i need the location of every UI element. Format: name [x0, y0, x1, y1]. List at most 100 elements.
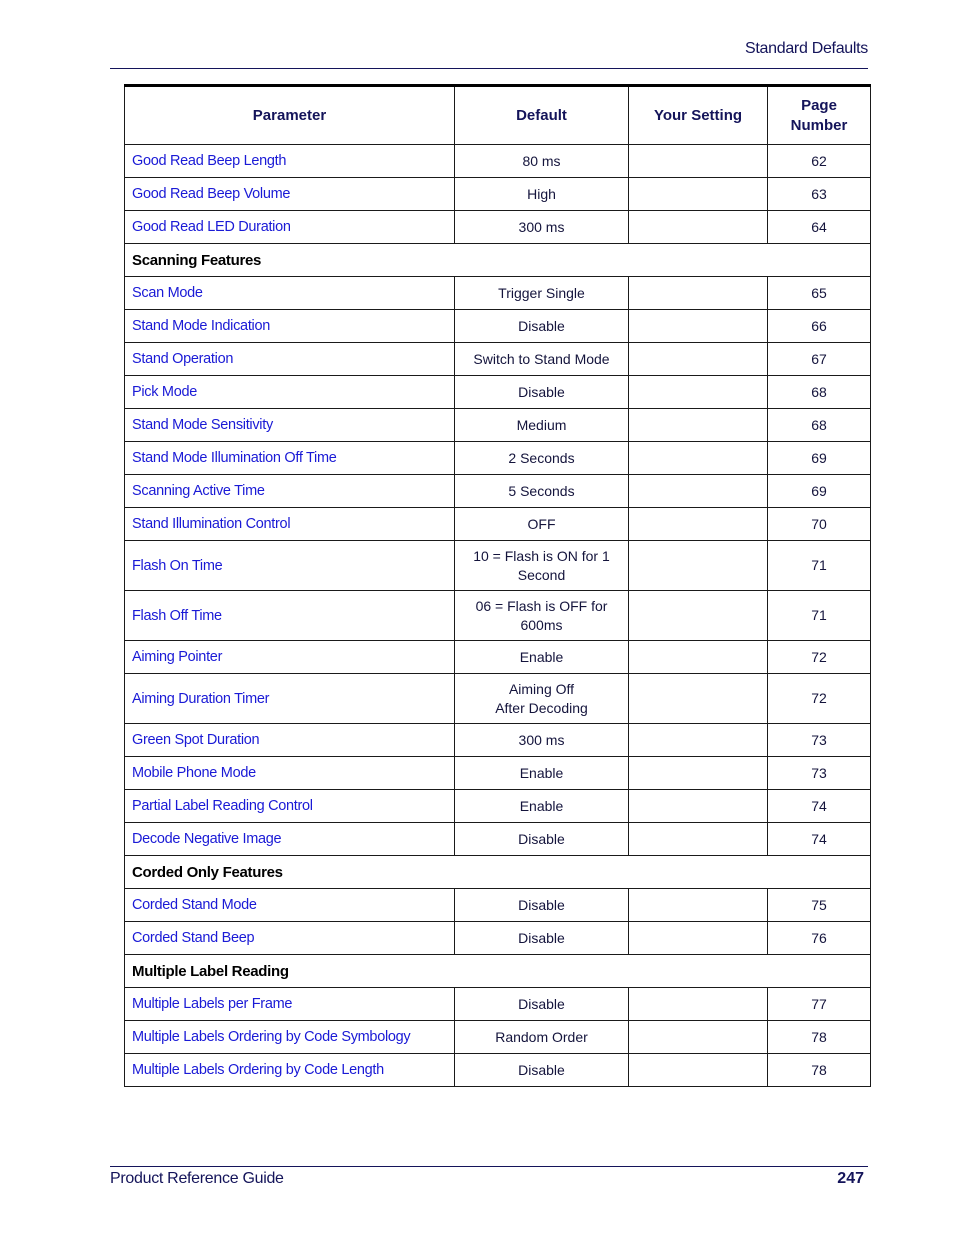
your-setting-cell[interactable] — [628, 590, 768, 641]
parameter-link[interactable]: Partial Label Reading Control — [124, 789, 455, 823]
table-row: Pick Mode Disable 68 — [124, 375, 871, 409]
header-divider — [110, 68, 868, 69]
your-setting-cell[interactable] — [628, 673, 768, 724]
your-setting-cell[interactable] — [628, 540, 768, 591]
section-header-row: Scanning Features — [124, 243, 871, 277]
default-value: 06 = Flash is OFF for 600ms — [454, 590, 629, 641]
table-row: Flash Off Time 06 = Flash is OFF for 600m… — [124, 590, 871, 641]
your-setting-cell[interactable] — [628, 507, 768, 541]
table-row: Good Read Beep Length 80 ms 62 — [124, 144, 871, 178]
page-number: 74 — [767, 789, 871, 823]
page-number: 73 — [767, 756, 871, 790]
your-setting-cell[interactable] — [628, 177, 768, 211]
table-row: Multiple Labels per Frame Disable 77 — [124, 987, 871, 1021]
parameter-link[interactable]: Corded Stand Beep — [124, 921, 455, 955]
parameter-link[interactable]: Corded Stand Mode — [124, 888, 455, 922]
parameter-link[interactable]: Scan Mode — [124, 276, 455, 310]
your-setting-cell[interactable] — [628, 210, 768, 244]
parameter-link[interactable]: Multiple Labels per Frame — [124, 987, 455, 1021]
your-setting-cell[interactable] — [628, 921, 768, 955]
table-row: Scan Mode Trigger Single 65 — [124, 276, 871, 310]
column-header-page-number-label: Page Number — [790, 96, 848, 134]
your-setting-cell[interactable] — [628, 375, 768, 409]
parameter-link[interactable]: Scanning Active Time — [124, 474, 455, 508]
page-number: 78 — [767, 1020, 871, 1054]
your-setting-cell[interactable] — [628, 822, 768, 856]
default-value: Disable — [454, 921, 629, 955]
parameter-link[interactable]: Stand Operation — [124, 342, 455, 376]
parameter-link[interactable]: Good Read Beep Length — [124, 144, 455, 178]
page-number: 71 — [767, 540, 871, 591]
parameter-link[interactable]: Stand Mode Illumination Off Time — [124, 441, 455, 475]
your-setting-cell[interactable] — [628, 888, 768, 922]
page-number: 65 — [767, 276, 871, 310]
page-number: 68 — [767, 408, 871, 442]
table-row: Stand Illumination Control OFF 70 — [124, 507, 871, 541]
your-setting-cell[interactable] — [628, 309, 768, 343]
your-setting-cell[interactable] — [628, 640, 768, 674]
page-number: 64 — [767, 210, 871, 244]
your-setting-cell[interactable] — [628, 789, 768, 823]
default-value: Random Order — [454, 1020, 629, 1054]
default-value: 80 ms — [454, 144, 629, 178]
page-number: 70 — [767, 507, 871, 541]
your-setting-cell[interactable] — [628, 408, 768, 442]
footer-divider — [110, 1166, 868, 1167]
section-title: Multiple Label Reading — [124, 954, 871, 988]
table-row: Corded Stand Beep Disable 76 — [124, 921, 871, 955]
parameter-link[interactable]: Stand Mode Indication — [124, 309, 455, 343]
default-value: Disable — [454, 888, 629, 922]
your-setting-cell[interactable] — [628, 441, 768, 475]
parameter-link[interactable]: Stand Mode Sensitivity — [124, 408, 455, 442]
default-value: Aiming Off After Decoding — [454, 673, 629, 724]
table-row: Scanning Active Time 5 Seconds 69 — [124, 474, 871, 508]
parameter-link[interactable]: Flash Off Time — [124, 590, 455, 641]
table-header-row: Parameter Default Your Setting Page Numb… — [124, 85, 871, 145]
table-row: Good Read Beep Volume High 63 — [124, 177, 871, 211]
your-setting-cell[interactable] — [628, 276, 768, 310]
page-number: 72 — [767, 640, 871, 674]
page-number: 74 — [767, 822, 871, 856]
page-number: 76 — [767, 921, 871, 955]
default-value: 5 Seconds — [454, 474, 629, 508]
table-row: Stand Operation Switch to Stand Mode 67 — [124, 342, 871, 376]
parameter-link[interactable]: Pick Mode — [124, 375, 455, 409]
parameter-link[interactable]: Aiming Pointer — [124, 640, 455, 674]
table-row: Corded Stand Mode Disable 75 — [124, 888, 871, 922]
table-row: Aiming Pointer Enable 72 — [124, 640, 871, 674]
default-value: Enable — [454, 789, 629, 823]
parameter-link[interactable]: Flash On Time — [124, 540, 455, 591]
parameter-link[interactable]: Aiming Duration Timer — [124, 673, 455, 724]
table-row: Decode Negative Image Disable 74 — [124, 822, 871, 856]
your-setting-cell[interactable] — [628, 144, 768, 178]
default-value: Disable — [454, 822, 629, 856]
default-value: High — [454, 177, 629, 211]
your-setting-cell[interactable] — [628, 474, 768, 508]
page-number: 68 — [767, 375, 871, 409]
page-number: 73 — [767, 723, 871, 757]
page-number: 62 — [767, 144, 871, 178]
parameter-link[interactable]: Decode Negative Image — [124, 822, 455, 856]
your-setting-cell[interactable] — [628, 723, 768, 757]
parameter-link[interactable]: Multiple Labels Ordering by Code Symbolo… — [124, 1020, 455, 1054]
parameter-link[interactable]: Good Read Beep Volume — [124, 177, 455, 211]
parameter-link[interactable]: Stand Illumination Control — [124, 507, 455, 541]
section-header-row: Multiple Label Reading — [124, 954, 871, 988]
default-value: Disable — [454, 309, 629, 343]
parameter-link[interactable]: Multiple Labels Ordering by Code Length — [124, 1053, 455, 1087]
parameter-link[interactable]: Mobile Phone Mode — [124, 756, 455, 790]
default-value: Medium — [454, 408, 629, 442]
table-row: Stand Mode Illumination Off Time 2 Second… — [124, 441, 871, 475]
table-row: Stand Mode Sensitivity Medium 68 — [124, 408, 871, 442]
your-setting-cell[interactable] — [628, 1053, 768, 1087]
page-number: 77 — [767, 987, 871, 1021]
your-setting-cell[interactable] — [628, 1020, 768, 1054]
your-setting-cell[interactable] — [628, 756, 768, 790]
footer-page-number: 247 — [837, 1170, 864, 1187]
parameter-link[interactable]: Green Spot Duration — [124, 723, 455, 757]
your-setting-cell[interactable] — [628, 342, 768, 376]
default-value: 300 ms — [454, 210, 629, 244]
parameter-link[interactable]: Good Read LED Duration — [124, 210, 455, 244]
page-number: 69 — [767, 474, 871, 508]
your-setting-cell[interactable] — [628, 987, 768, 1021]
